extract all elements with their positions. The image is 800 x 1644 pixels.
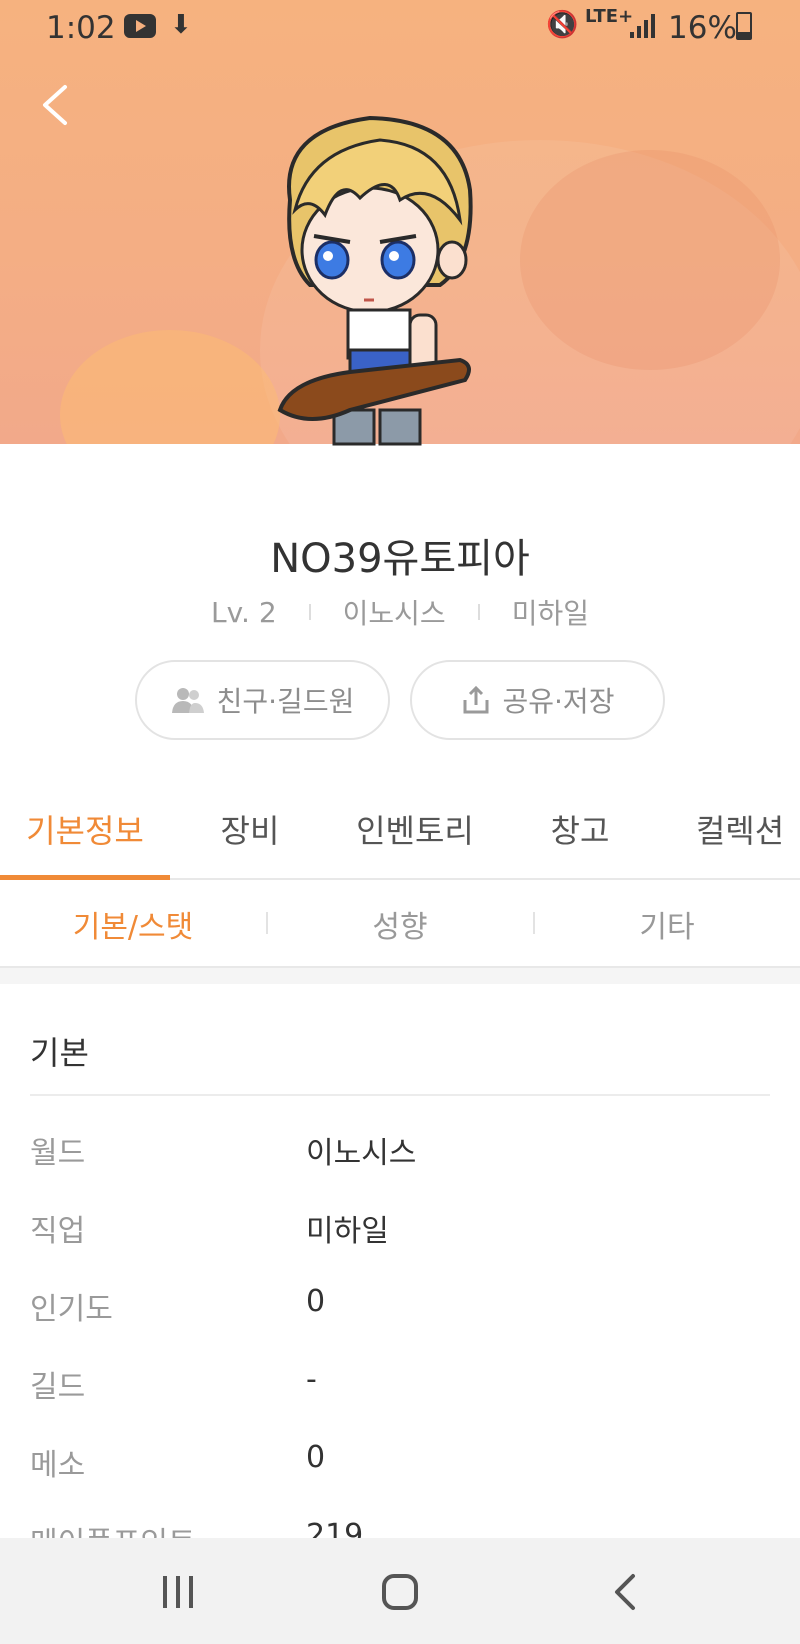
tab-storage[interactable]: 창고 [520,806,640,878]
subtab-etc[interactable]: 기타 [534,902,800,946]
tab-equipment[interactable]: 장비 [190,806,310,878]
section-spacer [0,968,800,984]
back-button[interactable] [30,80,80,130]
info-value: 미하일 [306,1214,389,1249]
back-icon [615,1574,635,1610]
character-world: 이노시스 [342,597,446,630]
meta-divider [477,604,480,620]
download-icon: ⬇ [170,10,192,40]
info-row-guild: 길드 - [30,1362,770,1412]
info-label: 인기도 [30,1292,113,1327]
info-row-popularity: 인기도 0 [30,1284,770,1334]
battery-percent: 16% [668,10,737,46]
section-title: 기본 [30,1034,89,1072]
status-bar: 1:02 ⬇ 🔇 LTE+ 16% [0,0,800,56]
friends-guild-button[interactable]: 친구·길드원 [135,660,390,740]
chevron-left-icon [43,85,67,125]
info-row-job: 직업 미하일 [30,1206,770,1256]
system-nav-bar [0,1538,800,1644]
info-label: 월드 [30,1136,86,1171]
share-icon [463,685,489,714]
info-value: - [306,1362,317,1397]
share-save-label: 공유·저장 [502,685,615,718]
character-avatar [277,115,473,446]
share-save-button[interactable]: 공유·저장 [410,660,665,740]
character-meta: Lv. 2 이노시스 미하일 [0,592,800,632]
friends-guild-label: 친구·길드원 [216,685,355,718]
subtab-tendency[interactable]: 성향 [267,902,533,946]
hero-background-shape [60,330,280,444]
home-icon [382,1574,418,1610]
main-tab-bar: 기본정보 장비 인벤토리 창고 컬렉션 [0,806,800,880]
info-value: 0 [306,1284,326,1319]
people-icon [171,688,204,713]
info-label: 직업 [30,1214,86,1249]
info-label: 메소 [30,1448,86,1483]
meta-divider [308,604,311,620]
youtube-icon [124,14,156,38]
mute-icon: 🔇 [546,10,579,40]
nav-back-button[interactable] [594,1564,654,1620]
battery-icon [736,12,752,40]
recent-apps-button[interactable] [148,1564,208,1620]
info-row-meso: 메소 0 [30,1440,770,1490]
info-value: 0 [306,1440,326,1475]
info-row-world: 월드 이노시스 [30,1128,770,1178]
action-buttons: 친구·길드원 공유·저장 [0,660,800,740]
network-type: LTE+ [585,6,634,27]
character-level: Lv. 2 [211,595,277,629]
section-divider [30,1094,770,1096]
character-name: NO39유토피아 [270,536,530,582]
info-value: 이노시스 [306,1136,417,1171]
home-button[interactable] [370,1564,430,1620]
tab-basic-info[interactable]: 기본정보 [0,806,170,880]
subtab-basic-stat[interactable]: 기본/스탯 [0,902,266,946]
hero-background-shape [520,150,780,370]
character-job: 미하일 [511,597,589,630]
tab-collection[interactable]: 컬렉션 [680,806,800,878]
tab-inventory[interactable]: 인벤토리 [340,806,490,878]
signal-icon [630,14,660,38]
info-label: 길드 [30,1370,86,1405]
status-time: 1:02 [46,10,116,46]
sub-tab-bar: 기본/스탯 성향 기타 [0,880,800,968]
recent-apps-icon [163,1576,193,1608]
